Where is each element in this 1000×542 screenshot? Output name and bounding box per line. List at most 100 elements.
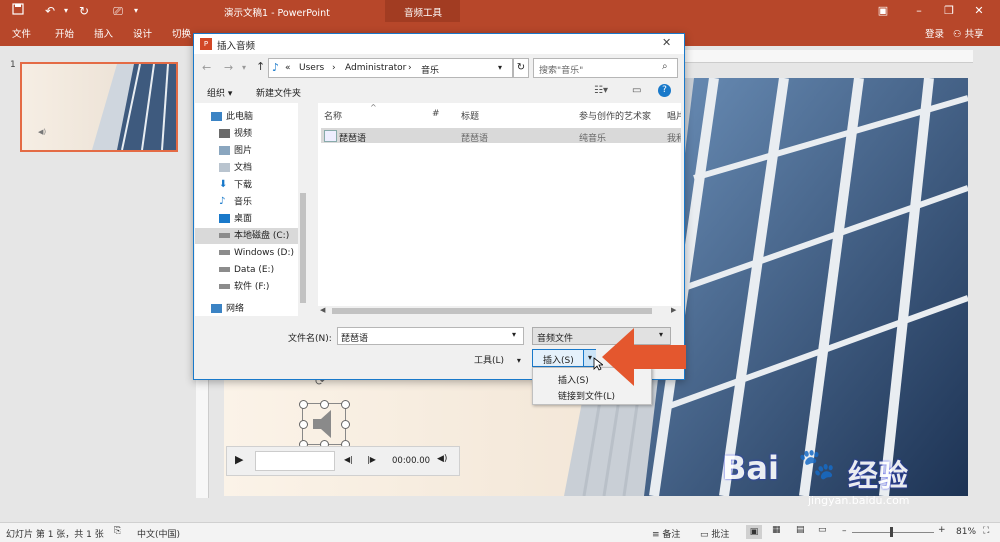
filename-dropdown-icon[interactable]: ▾ <box>512 330 516 339</box>
zoom-level[interactable]: 81% <box>956 527 976 537</box>
signin-link[interactable]: 登录 <box>925 26 944 40</box>
up-arrow-icon[interactable]: ↑ <box>256 60 265 73</box>
forward-arrow-icon[interactable]: → <box>224 61 233 74</box>
slide-sorter-icon[interactable]: ▦ <box>772 525 781 535</box>
nav-item-drive-c[interactable]: 本地磁盘 (C:) <box>195 228 298 244</box>
nav-label: 本地磁盘 (C:) <box>234 231 290 241</box>
nav-item-drive-f[interactable]: 软件 (F:) <box>219 279 269 295</box>
customize-toolbar-icon[interactable]: ▾ <box>128 3 144 19</box>
nav-item-network[interactable]: 网络 <box>211 303 244 315</box>
organize-button[interactable]: 组织 ▾ <box>207 86 232 99</box>
resize-handle[interactable] <box>299 400 308 409</box>
start-from-beginning-icon[interactable]: ⎚ <box>110 3 126 19</box>
search-icon[interactable]: ⌕ <box>662 61 668 72</box>
tab-file[interactable]: 文件 <box>12 26 31 40</box>
nav-item-downloads[interactable]: ⬇ 下载 <box>219 177 252 193</box>
nav-scrollbar-thumb[interactable] <box>300 193 306 303</box>
undo-dropdown-icon[interactable]: ▾ <box>58 3 74 19</box>
breadcrumb-overflow[interactable]: « <box>285 63 291 73</box>
zoom-slider[interactable] <box>852 532 934 533</box>
audio-object[interactable] <box>299 400 350 449</box>
preview-pane-icon[interactable]: ▭ <box>632 85 641 96</box>
tab-insert[interactable]: 插入 <box>94 26 113 40</box>
back-arrow-icon[interactable]: ← <box>202 61 211 74</box>
spell-check-icon[interactable]: ⎘ <box>114 526 121 536</box>
tools-button[interactable]: 工具(L) ▾ <box>474 353 521 366</box>
normal-view-icon[interactable]: ▣ <box>746 525 762 539</box>
nav-item-desktop[interactable]: 桌面 <box>219 211 252 227</box>
column-header-album[interactable]: 唱片 <box>667 109 681 122</box>
recent-dropdown-icon[interactable]: ▾ <box>242 63 246 72</box>
refresh-icon[interactable]: ↻ <box>513 58 529 78</box>
resize-handle[interactable] <box>341 420 350 429</box>
search-box[interactable]: 搜索"音乐" ⌕ <box>533 58 678 78</box>
nav-item-this-pc[interactable]: 此电脑 <box>211 109 253 125</box>
fit-to-window-icon[interactable]: ⛶ <box>983 526 989 536</box>
table-row[interactable]: 琵琶语 琵琶语 纯音乐 我和 <box>321 128 681 144</box>
notes-button[interactable]: ≡ 备注 <box>652 527 680 540</box>
resize-handle[interactable] <box>341 400 350 409</box>
breadcrumb-separator[interactable]: › <box>408 63 412 73</box>
reading-view-icon[interactable]: ▤ <box>796 525 805 535</box>
nav-item-music[interactable]: ♪ 音乐 <box>219 194 252 210</box>
zoom-in-icon[interactable]: + <box>938 525 946 535</box>
tab-design[interactable]: 设计 <box>133 26 152 40</box>
nav-scrollbar[interactable] <box>298 103 308 316</box>
address-bar[interactable]: ♪ « Users › Administrator › 音乐 ▾ <box>268 58 513 78</box>
help-icon[interactable]: ? <box>658 84 671 97</box>
breadcrumb-users[interactable]: Users <box>299 63 324 73</box>
resize-handle[interactable] <box>299 420 308 429</box>
address-dropdown-icon[interactable]: ▾ <box>498 63 502 72</box>
breadcrumb-administrator[interactable]: Administrator <box>345 63 406 73</box>
nav-item-drive-e[interactable]: Data (E:) <box>219 262 274 278</box>
move-forward-icon[interactable]: |▶ <box>367 455 376 464</box>
volume-icon[interactable]: ◀) <box>437 454 447 464</box>
zoom-slider-thumb[interactable] <box>890 527 893 537</box>
column-header-title[interactable]: 标题 <box>461 109 479 122</box>
dialog-close-icon[interactable]: ✕ <box>662 36 671 49</box>
tools-dropdown-icon: ▾ <box>516 356 521 365</box>
nav-item-videos[interactable]: 视频 <box>219 126 252 142</box>
scroll-right-icon[interactable]: ▶ <box>671 306 676 314</box>
resize-handle[interactable] <box>320 400 329 409</box>
save-icon[interactable] <box>10 3 26 19</box>
insert-button[interactable]: 插入(S) ▾ <box>532 349 596 367</box>
nav-item-drive-d[interactable]: Windows (D:) <box>219 245 294 261</box>
restore-icon[interactable]: ❐ <box>938 3 960 19</box>
nav-label: 文档 <box>234 163 253 173</box>
close-icon[interactable]: ✕ <box>968 3 990 19</box>
horizontal-scrollbar[interactable]: ◀ ▶ <box>318 306 681 316</box>
zoom-out-icon[interactable]: – <box>842 526 847 536</box>
new-folder-button[interactable]: 新建文件夹 <box>256 86 301 99</box>
breadcrumb-separator[interactable]: › <box>332 63 336 73</box>
move-back-icon[interactable]: ◀| <box>344 455 353 464</box>
ribbon-display-icon[interactable]: ▣ <box>872 3 894 19</box>
view-options-icon[interactable]: ☷▾ <box>594 85 608 96</box>
search-input[interactable]: 搜索"音乐" <box>539 63 583 76</box>
breadcrumb-music[interactable]: 音乐 <box>421 63 439 76</box>
filename-input[interactable]: 琵琶语 ▾ <box>337 327 524 345</box>
seek-bar[interactable] <box>255 451 335 471</box>
filetype-value: 音频文件 <box>537 334 574 344</box>
language-indicator[interactable]: 中文(中国) <box>137 527 180 540</box>
column-header-artist[interactable]: 参与创作的艺术家 <box>579 109 651 122</box>
share-button[interactable]: ⚇ 共享 <box>953 26 984 40</box>
navigation-pane: 此电脑 视频 图片 文档 ⬇ 下载 ♪ 音乐 桌面 本地磁盘 (C:) Window… <box>195 103 308 316</box>
redo-icon[interactable]: ↻ <box>76 3 92 19</box>
comments-button[interactable]: ▭ 批注 <box>700 527 729 540</box>
column-header-number[interactable]: # <box>432 109 440 119</box>
tab-home[interactable]: 开始 <box>55 26 74 40</box>
menu-item-insert[interactable]: 插入(S) <box>558 373 589 386</box>
annotation-arrow-icon <box>600 326 688 391</box>
minimize-icon[interactable]: – <box>908 3 930 19</box>
undo-icon[interactable]: ↶ <box>42 3 58 19</box>
slide-thumbnail[interactable]: ◀) <box>20 62 178 152</box>
slideshow-icon[interactable]: ▭ <box>818 525 827 535</box>
tab-transitions[interactable]: 切换 <box>172 26 191 40</box>
horizontal-scrollbar-thumb[interactable] <box>332 308 652 314</box>
play-icon[interactable]: ▶ <box>235 453 243 466</box>
nav-item-pictures[interactable]: 图片 <box>219 143 252 159</box>
column-header-name[interactable]: 名称 <box>324 109 342 122</box>
scroll-left-icon[interactable]: ◀ <box>320 306 325 314</box>
nav-item-documents[interactable]: 文档 <box>219 160 252 176</box>
